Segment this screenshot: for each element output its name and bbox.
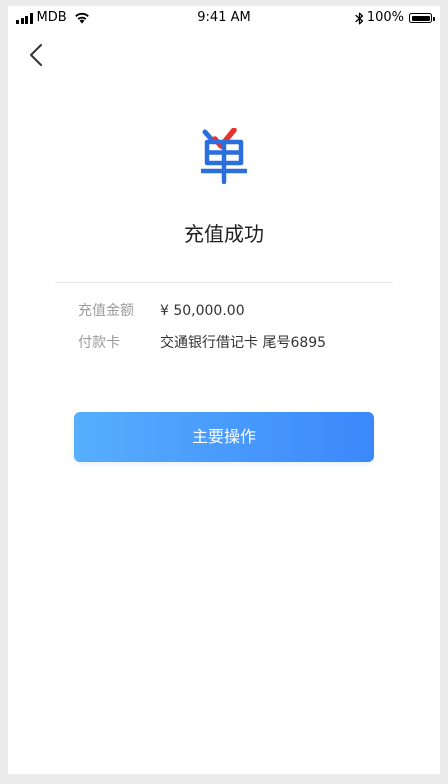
primary-action-button[interactable]: 主要操作 — [74, 412, 374, 462]
detail-label: 付款卡 — [78, 335, 120, 351]
detail-value: ¥ 50,000.00 — [160, 303, 245, 319]
divider — [55, 282, 393, 283]
detail-value: 交通银行借记卡 尾号6895 — [160, 335, 327, 351]
battery-icon — [409, 13, 435, 23]
back-button[interactable] — [22, 40, 50, 70]
detail-label: 充值金额 — [78, 303, 134, 319]
status-bar: MDB 9:41 AM 100% — [8, 6, 440, 32]
page-title: 充值成功 — [184, 222, 264, 246]
chevron-left-icon — [30, 44, 42, 66]
detail-row-payment-card: 付款卡 交通银行借记卡 尾号6895 — [78, 332, 418, 354]
status-bar-right: 100% — [355, 10, 435, 26]
bluetooth-icon — [355, 12, 363, 24]
phone-screen: MDB 9:41 AM 100% 充值成功 充值金额 ¥ 50,000.00 付… — [8, 6, 440, 774]
detail-row-amount: 充值金额 ¥ 50,000.00 — [78, 300, 418, 322]
bill-success-icon — [201, 128, 247, 184]
battery-percentage: 100% — [366, 10, 404, 25]
